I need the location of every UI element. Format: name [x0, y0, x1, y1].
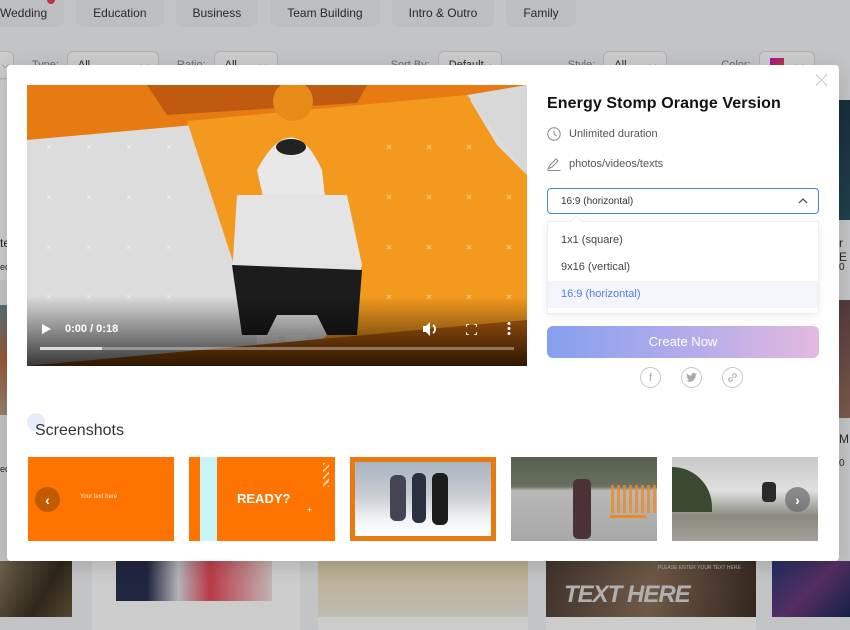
play-icon[interactable] [42, 324, 51, 334]
twitter-icon[interactable] [681, 367, 702, 388]
ratio-select-value: 16:9 (horizontal) [561, 195, 634, 207]
link-icon[interactable] [722, 367, 743, 388]
ratio-select[interactable]: 16:9 (horizontal) [547, 188, 819, 214]
screenshot-thumbnail[interactable] [350, 457, 496, 541]
fullscreen-icon[interactable] [466, 324, 477, 335]
close-icon[interactable] [814, 72, 830, 88]
edit-pencil-icon [547, 158, 561, 171]
volume-icon[interactable] [423, 322, 439, 336]
duration-text: Unlimited duration [569, 128, 658, 140]
media-types-info: photos/videos/texts [547, 157, 819, 171]
video-controls: 0:00 / 0:18 [27, 296, 527, 366]
video-time: 0:00 / 0:18 [65, 323, 119, 335]
ratio-option-square[interactable]: 1x1 (square) [548, 227, 818, 254]
facebook-icon[interactable]: f [640, 367, 661, 388]
carousel-next-button[interactable]: › [785, 487, 810, 512]
duration-info: Unlimited duration [547, 127, 819, 141]
ratio-option-horizontal[interactable]: 16:9 (horizontal) [548, 281, 818, 308]
template-title: Energy Stomp Orange Version [547, 95, 781, 112]
screenshot-thumbnail[interactable] [511, 457, 657, 541]
carousel-prev-button[interactable]: ‹ [35, 487, 60, 512]
create-now-button[interactable]: Create Now [547, 326, 819, 358]
video-player[interactable]: 0:00 / 0:18 [27, 85, 527, 366]
screenshot-thumbnail[interactable]: READY? + [189, 457, 335, 541]
video-progress-fill [40, 347, 102, 350]
screenshot-caption: READY? [237, 491, 291, 506]
screenshot-caption: Your text here [80, 494, 118, 500]
ratio-dropdown-menu: 1x1 (square) 9x16 (vertical) 16:9 (horiz… [547, 221, 819, 314]
screenshots-carousel: Your text here READY? + [28, 457, 818, 541]
share-buttons: f [640, 367, 743, 388]
template-preview-modal: 0:00 / 0:18 Energy Stomp Orange Version … [7, 65, 839, 561]
template-info-panel: Energy Stomp Orange Version Unlimited du… [547, 95, 819, 388]
more-options-icon[interactable] [507, 322, 511, 335]
screenshots-heading: Screenshots [35, 422, 124, 439]
chevron-up-icon [798, 198, 808, 204]
clock-icon [547, 127, 561, 141]
media-types-text: photos/videos/texts [569, 158, 664, 170]
video-progress-bar[interactable] [40, 347, 514, 350]
ratio-option-vertical[interactable]: 9x16 (vertical) [548, 254, 818, 281]
